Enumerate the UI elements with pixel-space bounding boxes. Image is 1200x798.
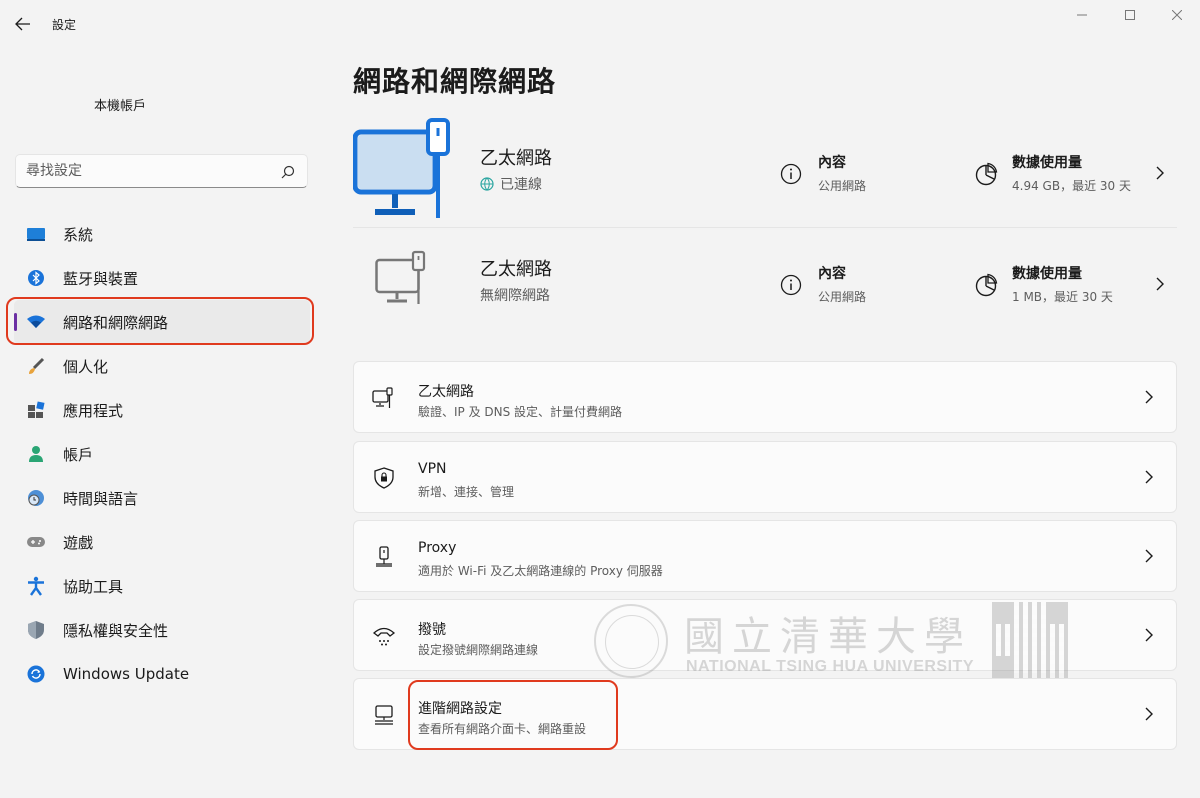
- sidebar-item-privacy[interactable]: 隱私權與安全性: [14, 608, 310, 652]
- card-title: VPN: [418, 461, 447, 477]
- page-title: 網路和網際網路: [353, 65, 557, 98]
- close-icon: [1172, 10, 1182, 20]
- sidebar-item-time-language[interactable]: 時間與語言: [14, 476, 310, 520]
- connection-ethernet-1[interactable]: 乙太網路 已連線 內容 公用網路 數據使用量 4.94 GB，最近 30 天: [353, 118, 1177, 228]
- sidebar-item-bluetooth[interactable]: 藍牙與裝置: [14, 256, 310, 300]
- back-arrow-icon: [15, 17, 30, 31]
- gamepad-icon: [26, 532, 46, 552]
- card-subtitle: 設定撥號網際網路連線: [418, 643, 539, 657]
- app-title: 設定: [52, 18, 77, 32]
- pie-chart-icon: [975, 162, 998, 186]
- info-icon: [780, 274, 802, 296]
- back-button[interactable]: [8, 10, 38, 38]
- sidebar-item-personalization[interactable]: 個人化: [14, 344, 310, 388]
- card-title: Proxy: [418, 540, 457, 556]
- account-name[interactable]: 本機帳戶: [94, 95, 146, 114]
- data-usage-subtitle: 1 MB，最近 30 天: [1012, 290, 1113, 304]
- monitor-ethernet-offline-icon: [375, 250, 426, 304]
- minimize-button[interactable]: [1059, 4, 1105, 26]
- search-box[interactable]: [15, 154, 308, 188]
- sidebar-item-label: 隱私權與安全性: [63, 621, 169, 640]
- advanced-network-icon: [372, 703, 396, 727]
- chevron-right-icon: [1145, 470, 1153, 484]
- globe-icon: [480, 177, 494, 191]
- update-icon: [26, 664, 46, 684]
- data-usage-title[interactable]: 數據使用量: [1012, 263, 1082, 283]
- card-subtitle: 驗證、IP 及 DNS 設定、計量付費網路: [418, 405, 623, 419]
- proxy-icon: [372, 545, 396, 569]
- chevron-right-icon: [1145, 390, 1153, 404]
- search-input[interactable]: [26, 161, 276, 181]
- shield-icon: [26, 620, 46, 640]
- maximize-icon: [1125, 10, 1135, 20]
- system-icon: [26, 224, 46, 244]
- connection-ethernet-2[interactable]: 乙太網路 無網際網路 內容 公用網路 數據使用量 1 MB，最近 30 天: [353, 228, 1177, 338]
- card-vpn[interactable]: VPN 新增、連接、管理: [353, 441, 1177, 513]
- chevron-right-icon[interactable]: [1155, 166, 1165, 180]
- sidebar-item-system[interactable]: 系統: [14, 212, 310, 256]
- properties-subtitle: 公用網路: [818, 179, 867, 193]
- card-subtitle: 新增、連接、管理: [418, 485, 515, 499]
- sidebar-item-accessibility[interactable]: 協助工具: [14, 564, 310, 608]
- properties-subtitle: 公用網路: [818, 290, 867, 304]
- monitor-ethernet-icon: [353, 118, 450, 218]
- connection-status: 無網際網路: [480, 288, 550, 304]
- connection-name: 乙太網路: [480, 148, 552, 169]
- card-subtitle: 適用於 Wi-Fi 及乙太網路連線的 Proxy 伺服器: [418, 564, 663, 578]
- data-usage-title[interactable]: 數據使用量: [1012, 152, 1082, 172]
- brush-icon: [26, 356, 46, 376]
- apps-icon: [26, 400, 46, 420]
- highlight-annotation: [6, 297, 314, 345]
- card-ethernet[interactable]: 乙太網路 驗證、IP 及 DNS 設定、計量付費網路: [353, 361, 1177, 433]
- sidebar-item-label: 協助工具: [63, 577, 124, 596]
- accessibility-icon: [26, 576, 46, 596]
- sidebar-item-label: 帳戶: [63, 445, 94, 464]
- chevron-right-icon: [1145, 707, 1153, 721]
- minimize-icon: [1077, 14, 1087, 16]
- sidebar-item-apps[interactable]: 應用程式: [14, 388, 310, 432]
- vpn-shield-icon: [372, 466, 396, 490]
- chevron-right-icon: [1145, 628, 1153, 642]
- connection-status-row: 已連線: [480, 174, 542, 194]
- connection-status: 已連線: [500, 177, 542, 193]
- sidebar-item-label: 個人化: [63, 357, 109, 376]
- sidebar-item-label: Windows Update: [63, 665, 190, 683]
- card-title: 乙太網路: [418, 384, 474, 400]
- sidebar-item-windows-update[interactable]: Windows Update: [14, 652, 310, 696]
- maximize-button[interactable]: [1107, 4, 1153, 26]
- card-dialup[interactable]: 撥號 設定撥號網際網路連線: [353, 599, 1177, 671]
- highlight-annotation: [408, 680, 618, 750]
- sidebar-item-accounts[interactable]: 帳戶: [14, 432, 310, 476]
- info-icon: [780, 163, 802, 185]
- dialup-icon: [372, 624, 396, 648]
- sidebar-item-label: 藍牙與裝置: [63, 269, 139, 288]
- data-usage-subtitle: 4.94 GB，最近 30 天: [1012, 179, 1131, 193]
- sidebar-item-gaming[interactable]: 遊戲: [14, 520, 310, 564]
- card-title: 撥號: [418, 622, 446, 638]
- properties-title[interactable]: 內容: [818, 152, 846, 172]
- sidebar-item-label: 時間與語言: [63, 489, 139, 508]
- sidebar-item-label: 系統: [63, 225, 94, 244]
- chevron-right-icon: [1145, 549, 1153, 563]
- sidebar-item-label: 遊戲: [63, 533, 94, 552]
- bluetooth-icon: [26, 268, 46, 288]
- sidebar-nav: 系統 藍牙與裝置 網路和網際網路 個人化 應用程式 帳戶 時間與語言 遊戲 協助…: [14, 212, 310, 696]
- search-icon[interactable]: [281, 164, 295, 183]
- clock-globe-icon: [26, 488, 46, 508]
- person-icon: [26, 444, 46, 464]
- card-proxy[interactable]: Proxy 適用於 Wi-Fi 及乙太網路連線的 Proxy 伺服器: [353, 520, 1177, 592]
- ethernet-icon: [372, 386, 396, 410]
- properties-title[interactable]: 內容: [818, 263, 846, 283]
- sidebar-item-label: 應用程式: [63, 401, 124, 420]
- title-bar: 設定: [0, 0, 1200, 48]
- pie-chart-icon: [975, 273, 998, 297]
- close-button[interactable]: [1154, 4, 1200, 26]
- chevron-right-icon[interactable]: [1155, 277, 1165, 291]
- connection-name: 乙太網路: [480, 259, 552, 280]
